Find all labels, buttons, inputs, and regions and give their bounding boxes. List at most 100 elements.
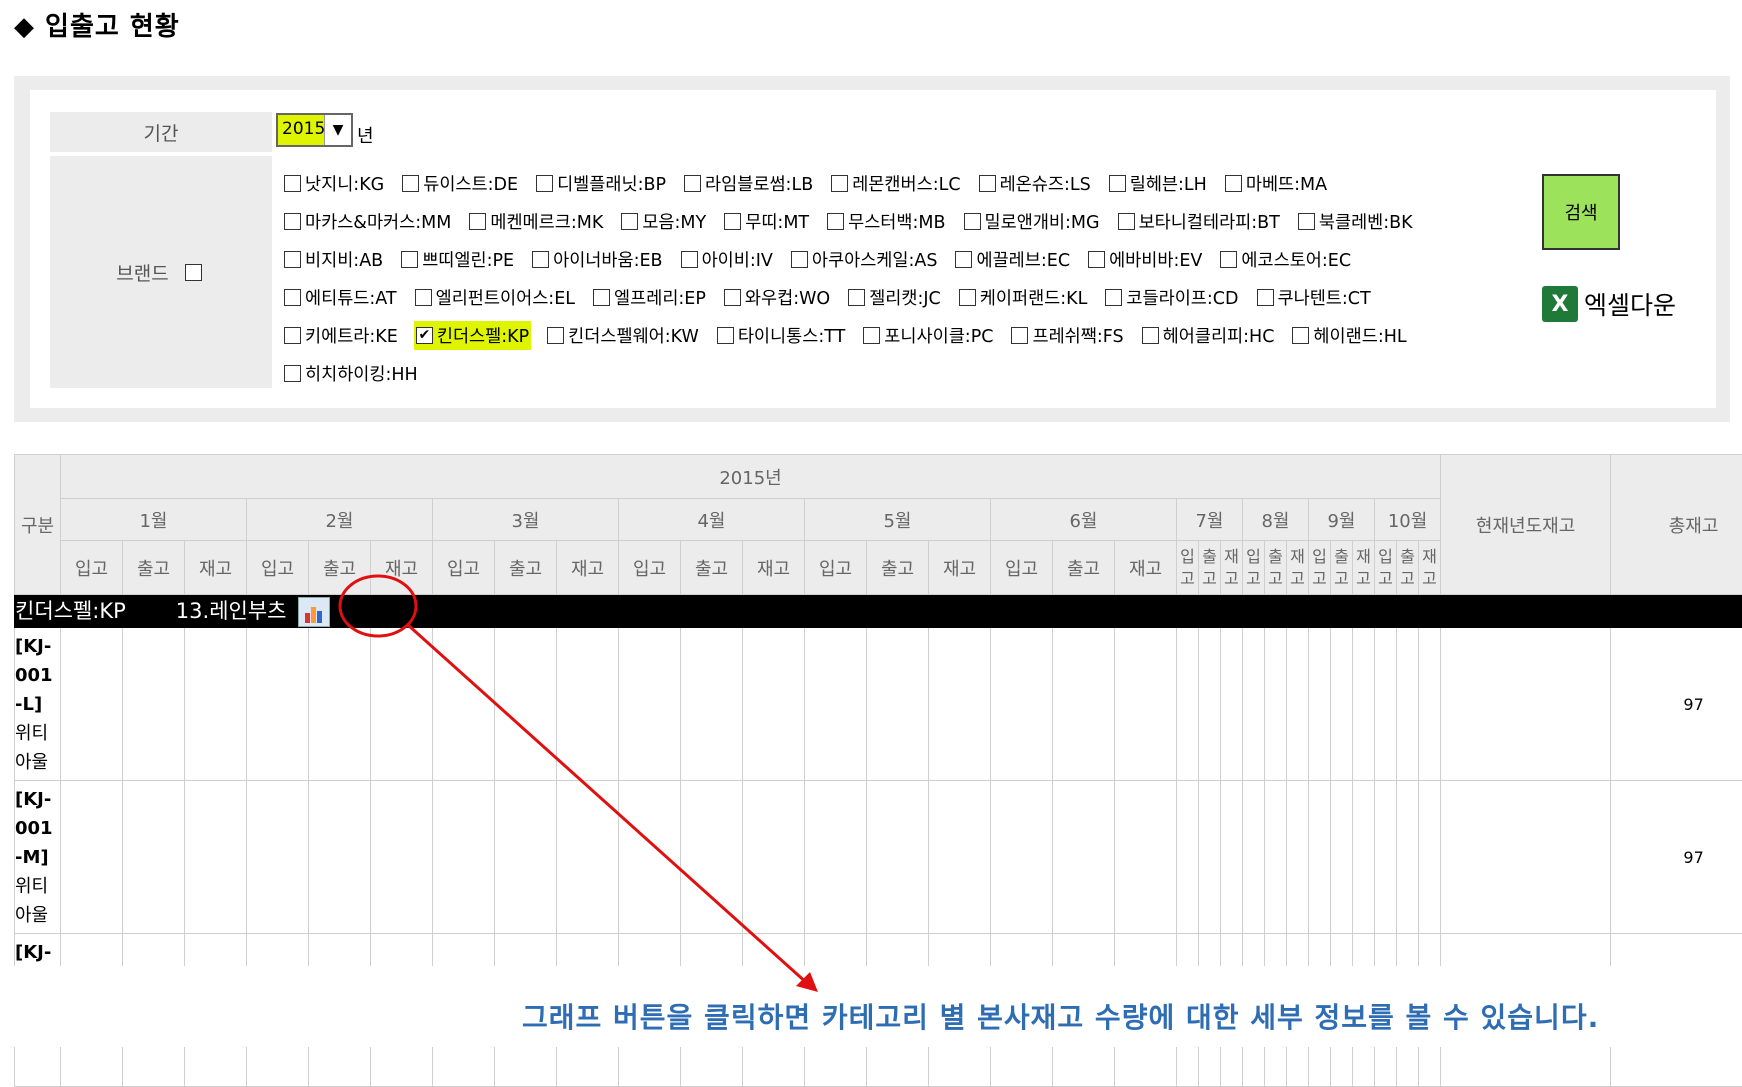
checkbox-icon[interactable]: [717, 327, 734, 344]
brand-checkbox-item[interactable]: 타이니통스:TT: [715, 321, 847, 350]
checkbox-icon[interactable]: [1105, 289, 1122, 306]
brand-checkbox-item[interactable]: ✔킨더스펠:KP: [414, 321, 531, 350]
checkbox-icon[interactable]: [284, 327, 301, 344]
brand-checkbox-item[interactable]: 아이너바움:EB: [530, 245, 664, 274]
brand-checkbox-item[interactable]: 아이비:IV: [679, 245, 775, 274]
checkbox-icon[interactable]: [415, 289, 432, 306]
checkbox-icon[interactable]: [469, 213, 486, 230]
checkbox-icon[interactable]: [1118, 213, 1135, 230]
brand-checkbox-label: 와우컵:WO: [745, 285, 830, 310]
checkbox-icon[interactable]: [1220, 251, 1237, 268]
checkbox-icon[interactable]: [827, 213, 844, 230]
checkbox-icon[interactable]: [1257, 289, 1274, 306]
checkbox-icon[interactable]: [401, 251, 418, 268]
checkbox-icon[interactable]: [681, 251, 698, 268]
checkbox-icon[interactable]: [1142, 327, 1159, 344]
table-cell: [1441, 781, 1611, 934]
brand-checkbox-item[interactable]: 마카스&마커스:MM: [282, 207, 453, 236]
search-button[interactable]: 검색: [1542, 174, 1620, 250]
checkbox-icon[interactable]: [831, 175, 848, 192]
brand-checkbox-item[interactable]: 킨더스펠웨어:KW: [545, 321, 701, 350]
brand-checkbox-item[interactable]: 에끌레브:EC: [953, 245, 1072, 274]
header-month: 3월: [433, 499, 619, 541]
checkbox-icon[interactable]: [1109, 175, 1126, 192]
brand-checkbox-item[interactable]: 밀로앤개비:MG: [962, 207, 1102, 236]
brand-row: 키에트라:KE ✔킨더스펠:KP 킨더스펠웨어:KW 타이니통스:TT 포니사이클:PC…: [282, 316, 1542, 354]
checkbox-icon[interactable]: [791, 251, 808, 268]
brand-checkbox-item[interactable]: 프레쉬짹:FS: [1009, 321, 1125, 350]
brand-checkbox-item[interactable]: 에티튜드:AT: [282, 283, 399, 312]
checkbox-icon[interactable]: [284, 175, 301, 192]
checkbox-icon[interactable]: [1011, 327, 1028, 344]
table-cell: [1353, 781, 1375, 934]
brand-checkbox-item[interactable]: 무스터백:MB: [825, 207, 947, 236]
brand-checkbox-item[interactable]: 헤이랜드:HL: [1290, 321, 1408, 350]
chevron-down-icon[interactable]: ▼: [324, 115, 351, 145]
table-cell: [61, 628, 123, 781]
checkbox-icon[interactable]: [532, 251, 549, 268]
brand-checkbox-item[interactable]: 쁘띠엘린:PE: [399, 245, 516, 274]
checkbox-icon[interactable]: [284, 289, 301, 306]
brand-checkbox-item[interactable]: 와우컵:WO: [722, 283, 832, 312]
brand-checkbox-item[interactable]: 헤어클리피:HC: [1140, 321, 1277, 350]
brand-checkbox-item[interactable]: 마베뜨:MA: [1223, 169, 1329, 198]
brand-checkbox-item[interactable]: 에바비바:EV: [1086, 245, 1204, 274]
brand-checkbox-item[interactable]: 엘프레리:EP: [591, 283, 708, 312]
brand-checkbox-item[interactable]: 히치하이킹:HH: [282, 359, 420, 388]
brand-checkbox-item[interactable]: 북클레벤:BK: [1296, 207, 1415, 236]
brand-checkbox-item[interactable]: 아쿠아스케일:AS: [789, 245, 940, 274]
checkbox-icon[interactable]: [684, 175, 701, 192]
checkbox-icon[interactable]: [724, 213, 741, 230]
header-sub: 재고: [1287, 541, 1309, 595]
checkbox-icon[interactable]: [593, 289, 610, 306]
brand-checkbox-item[interactable]: 무띠:MT: [722, 207, 811, 236]
brand-checkbox-item[interactable]: 엘리펀트이어스:EL: [413, 283, 577, 312]
checkbox-icon[interactable]: [964, 213, 981, 230]
brand-select-all-checkbox[interactable]: [185, 264, 202, 281]
checkbox-icon[interactable]: [621, 213, 638, 230]
brand-checkbox-item[interactable]: 케이퍼랜드:KL: [957, 283, 1090, 312]
brand-checkbox-item[interactable]: 보타니컬테라피:BT: [1116, 207, 1282, 236]
header-sub: 재고: [743, 541, 805, 595]
brand-checkbox-item[interactable]: 릴헤븐:LH: [1107, 169, 1209, 198]
checkbox-icon[interactable]: [402, 175, 419, 192]
checkbox-icon[interactable]: [979, 175, 996, 192]
checkbox-icon[interactable]: [536, 175, 553, 192]
bar-chart-icon[interactable]: [298, 597, 330, 627]
brand-checkbox-item[interactable]: 비지비:AB: [282, 245, 385, 274]
checkbox-icon[interactable]: [1292, 327, 1309, 344]
checkbox-icon[interactable]: [848, 289, 865, 306]
checkbox-icon[interactable]: [1298, 213, 1315, 230]
checked-checkbox-icon[interactable]: ✔: [416, 327, 433, 344]
header-sub: 재고: [557, 541, 619, 595]
brand-checkbox-item[interactable]: 쿠나텐트:CT: [1255, 283, 1373, 312]
checkbox-icon[interactable]: [284, 213, 301, 230]
brand-checkbox-item[interactable]: 라임블로썸:LB: [682, 169, 815, 198]
brand-checkbox-item[interactable]: 메켄메르크:MK: [467, 207, 605, 236]
excel-download-button[interactable]: X 엑셀다운: [1542, 286, 1676, 322]
brand-checkbox-item[interactable]: 디벨플래닛:BP: [534, 169, 668, 198]
brand-checkbox-item[interactable]: 코들라이프:CD: [1103, 283, 1240, 312]
brand-checkbox-item[interactable]: 에코스토어:EC: [1218, 245, 1353, 274]
brand-checkbox-item[interactable]: 듀이스트:DE: [400, 169, 520, 198]
checkbox-icon[interactable]: [1088, 251, 1105, 268]
brand-checkbox-item[interactable]: 젤리캣:JC: [846, 283, 943, 312]
checkbox-icon[interactable]: [724, 289, 741, 306]
checkbox-icon[interactable]: [284, 251, 301, 268]
table-cell: [1419, 628, 1441, 781]
checkbox-icon[interactable]: [284, 365, 301, 382]
brand-checkbox-item[interactable]: 레온슈즈:LS: [977, 169, 1093, 198]
brand-checkbox-item[interactable]: 포니사이클:PC: [861, 321, 995, 350]
checkbox-icon[interactable]: [863, 327, 880, 344]
checkbox-icon[interactable]: [959, 289, 976, 306]
brand-checkbox-item[interactable]: 키에트라:KE: [282, 321, 400, 350]
brand-checkbox-item[interactable]: 레몬캔버스:LC: [829, 169, 962, 198]
brand-checkbox-label: 무스터백:MB: [848, 209, 945, 234]
brand-checkbox-item[interactable]: 모음:MY: [619, 207, 708, 236]
checkbox-icon[interactable]: [955, 251, 972, 268]
brand-checkbox-item[interactable]: 낫지니:KG: [282, 169, 386, 198]
checkbox-icon[interactable]: [547, 327, 564, 344]
checkbox-icon[interactable]: [1225, 175, 1242, 192]
year-select-value[interactable]: 2015: [278, 115, 324, 145]
year-select[interactable]: 2015 ▼ 년: [276, 114, 374, 146]
